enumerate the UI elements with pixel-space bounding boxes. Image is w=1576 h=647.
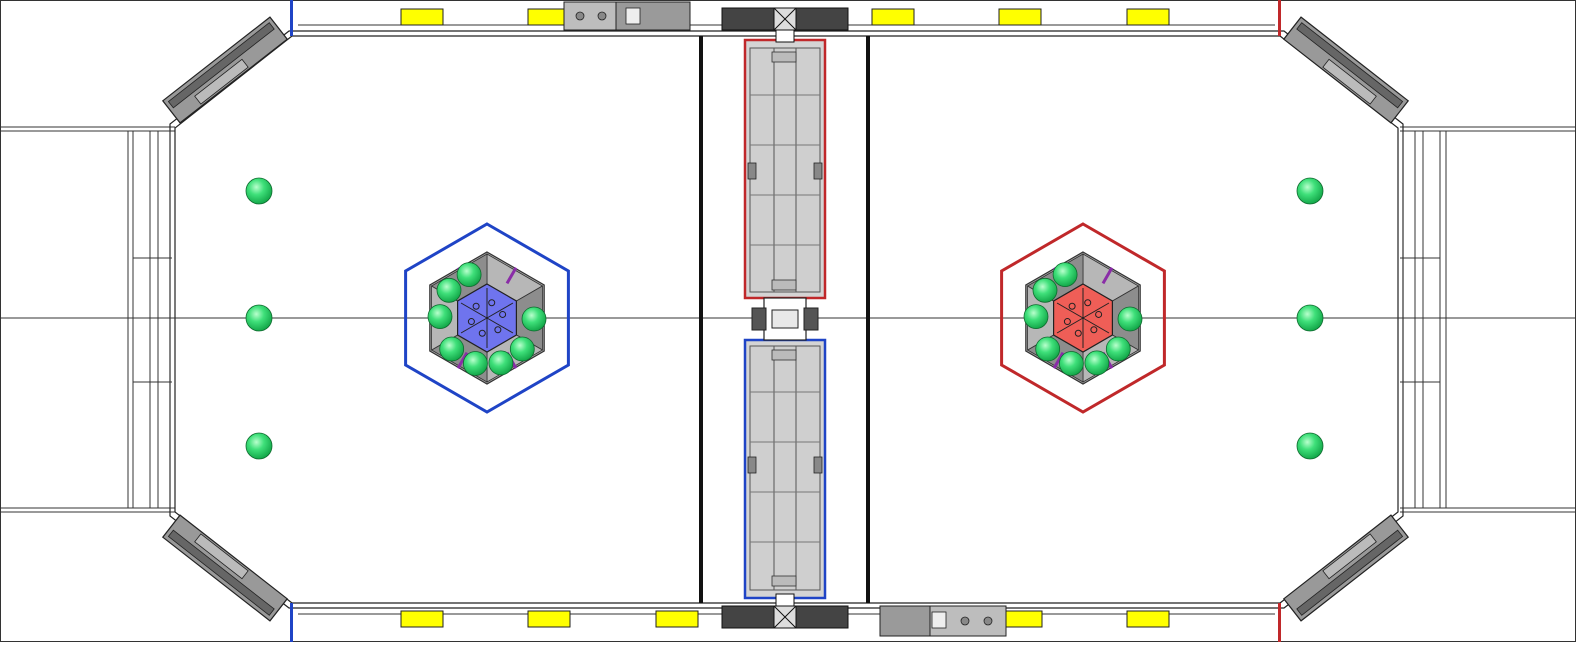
yellow-marker bbox=[400, 8, 444, 26]
hub-ball bbox=[1035, 336, 1061, 362]
hub-ball bbox=[1105, 336, 1131, 362]
hub-ball bbox=[509, 336, 535, 362]
corner-net-top-right bbox=[1282, 16, 1410, 124]
yellow-marker bbox=[871, 8, 915, 26]
hub-ball bbox=[521, 306, 547, 332]
bridge-end-bottom bbox=[721, 593, 849, 629]
hub-ball bbox=[1052, 262, 1078, 288]
hub-ball bbox=[1059, 351, 1084, 376]
blue-wall-stripe-bottom bbox=[290, 603, 293, 642]
green-ball bbox=[245, 177, 273, 205]
green-ball bbox=[1296, 177, 1324, 205]
center-wall-left bbox=[699, 36, 703, 603]
hub-ball bbox=[1084, 350, 1110, 376]
yellow-marker bbox=[998, 8, 1042, 26]
field-svg bbox=[0, 0, 1576, 642]
center-wall-right bbox=[866, 36, 870, 603]
green-ball bbox=[1296, 304, 1324, 332]
green-ball bbox=[245, 432, 273, 460]
corner-net-bottom-left bbox=[161, 514, 289, 622]
blue-wall-stripe-top bbox=[290, 0, 293, 36]
yellow-marker bbox=[1005, 610, 1043, 628]
hub-ball bbox=[1032, 277, 1058, 303]
right-side-rail bbox=[1400, 130, 1441, 509]
red-wall-stripe-bottom bbox=[1278, 603, 1281, 642]
hub-ball bbox=[456, 262, 482, 288]
red-alliance-hub bbox=[1000, 222, 1166, 414]
bridge-blue-half bbox=[743, 338, 827, 600]
green-ball bbox=[245, 304, 273, 332]
bridge-pivot bbox=[751, 297, 819, 341]
blue-alliance-hub bbox=[404, 222, 570, 414]
yellow-marker bbox=[655, 610, 699, 628]
bridge-end-top bbox=[721, 7, 849, 43]
bridge-red-half bbox=[743, 38, 827, 300]
corner-net-top-left bbox=[161, 16, 289, 124]
game-field-top-view bbox=[0, 0, 1576, 642]
red-wall-stripe-top bbox=[1278, 0, 1281, 36]
hub-ball bbox=[462, 351, 488, 376]
green-ball bbox=[1296, 432, 1324, 460]
yellow-marker bbox=[1126, 610, 1170, 628]
yellow-marker bbox=[527, 8, 565, 26]
left-side-rail bbox=[132, 130, 172, 509]
hub-ball bbox=[436, 277, 462, 303]
hub-ball bbox=[488, 350, 514, 376]
yellow-marker bbox=[400, 610, 444, 628]
hub-ball bbox=[1117, 306, 1143, 332]
yellow-marker bbox=[1126, 8, 1170, 26]
control-box-top bbox=[563, 1, 691, 31]
hub-ball bbox=[439, 336, 465, 362]
hub-ball bbox=[427, 304, 453, 330]
corner-net-bottom-right bbox=[1282, 514, 1410, 622]
control-box-bottom bbox=[879, 605, 1007, 637]
yellow-marker bbox=[527, 610, 571, 628]
hub-ball bbox=[1023, 304, 1049, 330]
